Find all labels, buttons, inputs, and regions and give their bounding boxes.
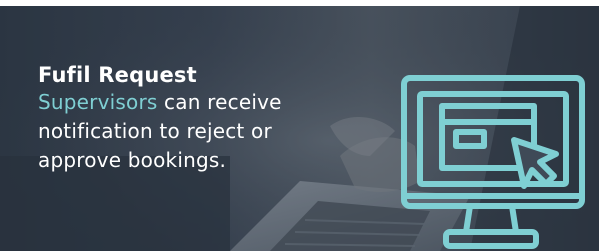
description-line-3: approve bookings.: [38, 148, 227, 172]
computer-monitor-cursor-icon: [401, 75, 585, 249]
feature-title: Fufil Request: [38, 63, 197, 87]
feature-description: Supervisors can receive notification to …: [38, 88, 358, 175]
description-line-2: notification to reject or: [38, 119, 272, 143]
description-line-1-rest: can receive: [157, 90, 282, 114]
description-line-1: Supervisors can receive: [38, 88, 358, 117]
feature-banner: Fufil Request Supervisors can receive no…: [0, 6, 599, 251]
highlight-supervisors: Supervisors: [38, 90, 158, 114]
feature-text-block: Fufil Request Supervisors can receive no…: [38, 62, 358, 175]
